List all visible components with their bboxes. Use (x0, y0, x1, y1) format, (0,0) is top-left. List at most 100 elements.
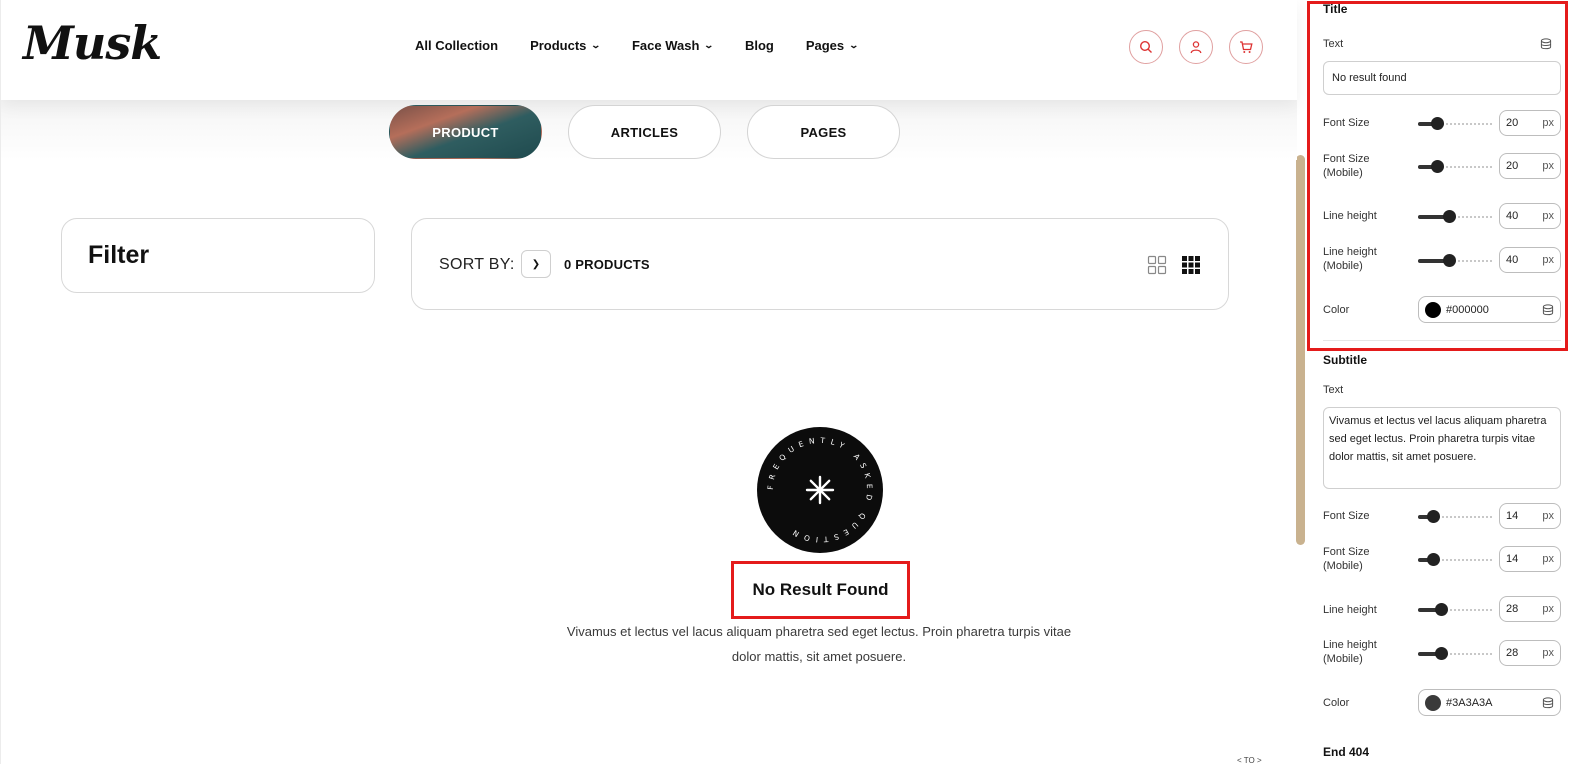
color-hex: #3A3A3A (1446, 696, 1493, 709)
title-line-height-slider[interactable] (1418, 210, 1492, 224)
title-line-height-mobile-slider[interactable] (1418, 254, 1492, 268)
unit: px (1542, 603, 1554, 615)
unit: px (1542, 160, 1554, 172)
cart-button[interactable] (1229, 30, 1263, 64)
nav-item-face-wash[interactable]: Face Wash ⌄ (631, 38, 715, 53)
nav-item-blog[interactable]: Blog (745, 38, 774, 53)
chevron-down-icon: ❯ (531, 258, 541, 270)
value: 20 (1506, 160, 1519, 172)
faq-badge-graphic: FREQUENTLY ASKED QUESTION (766, 436, 869, 545)
value: 40 (1506, 254, 1519, 266)
title-font-size-label: Font Size (1323, 117, 1370, 129)
chevron-down-icon: ⌄ (703, 40, 715, 50)
subtitle-line-height-slider[interactable] (1418, 603, 1492, 617)
cart-icon (1240, 41, 1253, 53)
title-line-height-label: Line height (1323, 210, 1377, 222)
subtitle-font-size-mobile-input[interactable]: 14 px (1499, 546, 1561, 572)
search-type-tabs: PRODUCT ARTICLES PAGES (389, 105, 900, 159)
color-hex: #000000 (1446, 303, 1489, 316)
value: 28 (1506, 603, 1519, 615)
tab-product[interactable]: PRODUCT (389, 105, 542, 159)
title-section-heading: Title (1323, 2, 1348, 16)
nav-item-pages[interactable]: Pages ⌄ (805, 38, 860, 53)
nav-item-label: Products (530, 38, 587, 53)
subtitle-line-height-label: Line height (1323, 604, 1377, 616)
nav-item-all-collection[interactable]: All Collection (415, 38, 498, 53)
subtitle-color-picker[interactable]: #3A3A3A (1418, 689, 1561, 716)
grid-2x2-icon[interactable] (1147, 255, 1167, 275)
title-font-size-mobile-slider[interactable] (1418, 160, 1492, 174)
title-line-height-mobile-label: Line height (Mobile) (1323, 246, 1377, 272)
dynamic-source-icon[interactable] (1540, 38, 1552, 50)
title-font-size-input[interactable]: 20 px (1499, 110, 1561, 136)
site-header: Musk All Collection Products ⌄ Face Wash ⌄… (1, 0, 1297, 100)
asterisk-icon (805, 475, 835, 505)
subtitle-line-height-input[interactable]: 28 px (1499, 596, 1561, 622)
dynamic-source-icon[interactable] (1542, 303, 1554, 316)
sort-toolbar: SORT BY: ❯ 0 PRODUCTS (411, 218, 1229, 310)
title-font-size-mobile-input[interactable]: 20 px (1499, 153, 1561, 179)
subtitle-color-label: Color (1323, 697, 1350, 709)
no-result-description: Vivamus et lectus vel lacus aliquam phar… (566, 624, 1072, 664)
subtitle-font-size-mobile-label: Font Size (Mobile) (1323, 546, 1370, 572)
unit: px (1542, 254, 1554, 266)
filter-title: Filter (88, 241, 150, 269)
scroll-to-top-hint[interactable]: < TO > (1237, 756, 1262, 764)
chevron-down-icon: ⌄ (848, 40, 860, 50)
subtitle-font-size-slider[interactable] (1418, 510, 1492, 524)
nav-item-label: Blog (744, 38, 774, 53)
subtitle-section-heading: Subtitle (1323, 353, 1367, 367)
subtitle-text-label: Text (1323, 384, 1344, 396)
title-line-height-mobile-input[interactable]: 40 px (1499, 247, 1561, 273)
title-font-size-mobile-label: Font Size (Mobile) (1323, 153, 1370, 179)
nav-item-products[interactable]: Products ⌄ (530, 38, 602, 53)
product-count: 0 PRODUCTS (564, 257, 650, 272)
tab-articles[interactable]: ARTICLES (568, 105, 721, 159)
color-swatch (1425, 301, 1441, 318)
app-root: Musk All Collection Products ⌄ Face Wash ⌄… (0, 0, 1571, 764)
subtitle-line-height-mobile-input[interactable]: 28 px (1499, 640, 1561, 666)
store-preview: Musk All Collection Products ⌄ Face Wash ⌄… (0, 0, 1306, 764)
unit: px (1542, 647, 1554, 659)
preview-scrollbar[interactable] (1296, 155, 1305, 545)
sort-select[interactable]: ❯ (521, 250, 551, 278)
color-swatch (1425, 694, 1441, 711)
end-404-heading: End 404 (1323, 745, 1370, 759)
title-text-input[interactable]: No result found (1323, 61, 1561, 95)
settings-panel: Title Text No result found Font Size 20 p… (1306, 0, 1571, 764)
tab-pages[interactable]: PAGES (747, 105, 900, 159)
main-nav: All Collection Products ⌄ Face Wash ⌄ Blog… (415, 38, 860, 53)
unit: px (1542, 553, 1554, 565)
search-icon (1139, 40, 1152, 53)
title-font-size-slider[interactable] (1418, 117, 1492, 131)
search-button[interactable] (1129, 30, 1163, 64)
title-line-height-input[interactable]: 40 px (1499, 203, 1561, 229)
brand-logo[interactable]: Musk (23, 16, 162, 70)
faq-badge: FREQUENTLY ASKED QUESTION (757, 427, 883, 553)
subtitle-line-height-mobile-slider[interactable] (1418, 647, 1492, 661)
dynamic-source-icon[interactable] (1542, 696, 1554, 709)
title-color-picker[interactable]: #000000 (1418, 296, 1561, 323)
nav-item-label: All Collection (415, 38, 499, 53)
account-button[interactable] (1179, 30, 1213, 64)
value: 14 (1506, 510, 1519, 522)
subtitle-text-area[interactable]: Vivamus et lectus vel lacus aliquam phar… (1323, 407, 1561, 489)
value: 40 (1506, 210, 1519, 222)
unit: px (1542, 117, 1554, 129)
nav-item-label: Pages (805, 38, 845, 53)
nav-item-label: Face Wash (631, 38, 700, 53)
subtitle-font-size-input[interactable]: 14 px (1499, 503, 1561, 529)
subtitle-line-height-mobile-label: Line height (Mobile) (1323, 639, 1377, 665)
value: 28 (1506, 647, 1519, 659)
title-text-label: Text (1323, 38, 1344, 50)
value: 14 (1506, 553, 1519, 565)
no-result-title[interactable]: No Result Found (731, 580, 910, 600)
chevron-down-icon: ⌄ (590, 40, 602, 50)
filter-panel[interactable]: Filter (61, 218, 375, 293)
sort-by-label: SORT BY: (439, 256, 515, 273)
subtitle-font-size-mobile-slider[interactable] (1418, 553, 1492, 567)
value: 20 (1506, 117, 1519, 129)
grid-3x3-icon[interactable] (1181, 255, 1201, 275)
title-color-label: Color (1323, 304, 1350, 316)
user-icon (1190, 41, 1202, 54)
